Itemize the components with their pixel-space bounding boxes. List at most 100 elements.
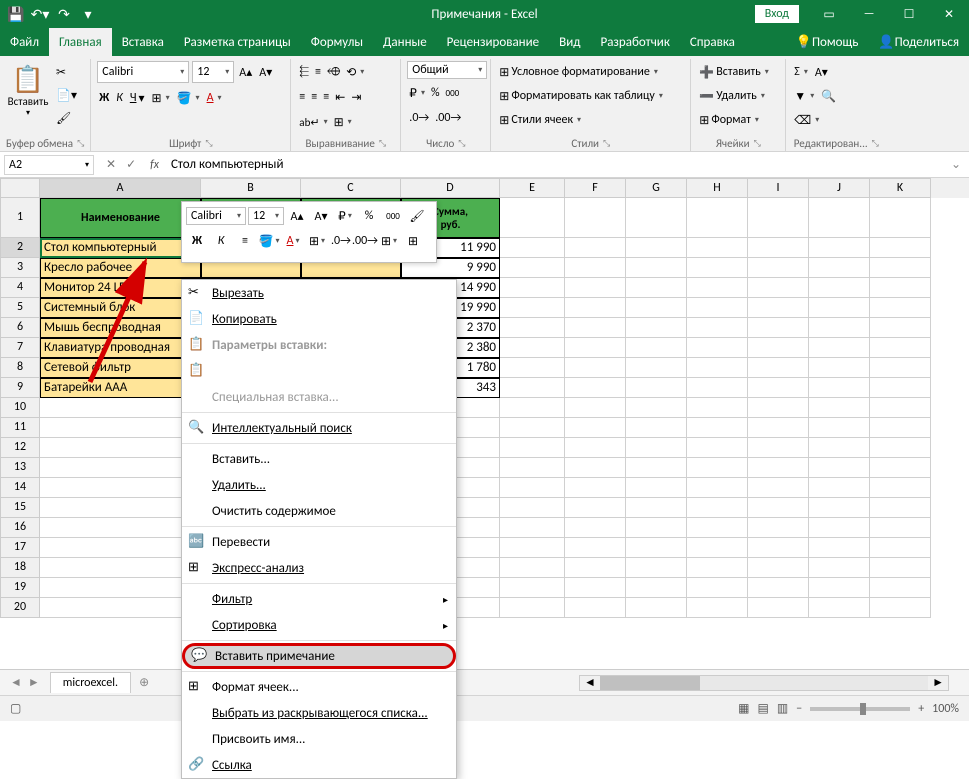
- cell[interactable]: [40, 578, 201, 598]
- fill-icon[interactable]: ▼: [792, 85, 816, 107]
- sheet-tab[interactable]: microexcel.: [50, 672, 131, 693]
- redo-icon[interactable]: ↷: [54, 4, 74, 24]
- cell[interactable]: [687, 418, 748, 438]
- wrap-text-icon[interactable]: ab↵: [297, 111, 329, 133]
- sheet-next-icon[interactable]: ►: [28, 675, 40, 690]
- cell[interactable]: [626, 598, 687, 618]
- cell[interactable]: [687, 458, 748, 478]
- cell[interactable]: [809, 578, 870, 598]
- cell[interactable]: [748, 258, 809, 278]
- cell[interactable]: [809, 558, 870, 578]
- cell[interactable]: [870, 538, 931, 558]
- currency-icon[interactable]: ₽: [407, 82, 427, 104]
- col-header-f[interactable]: F: [565, 178, 626, 198]
- row-header[interactable]: 2: [0, 238, 40, 258]
- cell[interactable]: [687, 238, 748, 258]
- underline-button[interactable]: Ч▾: [128, 87, 147, 109]
- cm-quick-analysis[interactable]: ⊞Экспресс-анализ: [182, 555, 456, 581]
- increase-font-icon[interactable]: A▴: [237, 61, 254, 83]
- cell[interactable]: [748, 238, 809, 258]
- cell[interactable]: [687, 498, 748, 518]
- mt-font-name[interactable]: Calibri: [186, 207, 246, 225]
- cell[interactable]: [40, 538, 201, 558]
- cancel-formula-icon[interactable]: ✕: [106, 157, 116, 172]
- cell[interactable]: [687, 478, 748, 498]
- cell[interactable]: [748, 418, 809, 438]
- cell[interactable]: [748, 598, 809, 618]
- cell[interactable]: Кресло рабочее: [40, 258, 201, 278]
- cm-insert-comment[interactable]: 💬Вставить примечание: [182, 643, 456, 669]
- cell[interactable]: [500, 258, 565, 278]
- merge-cells-icon[interactable]: ⊞: [332, 111, 354, 133]
- mt-borders-icon[interactable]: ⊞: [306, 230, 328, 252]
- find-icon[interactable]: 🔍: [819, 85, 838, 107]
- align-bottom-icon[interactable]: ⬲: [325, 61, 342, 83]
- row-header[interactable]: 11: [0, 418, 40, 438]
- mt-cond-fmt-icon[interactable]: ⊞: [402, 230, 424, 252]
- mt-font-color-icon[interactable]: A: [282, 230, 304, 252]
- cell[interactable]: [40, 418, 201, 438]
- cell[interactable]: [748, 538, 809, 558]
- undo-icon[interactable]: ↶▾: [30, 4, 50, 24]
- row-header[interactable]: 5: [0, 298, 40, 318]
- cell[interactable]: [809, 318, 870, 338]
- cm-clear[interactable]: Очистить содержимое: [182, 498, 456, 524]
- format-painter-icon[interactable]: 🖌: [54, 107, 79, 129]
- cell[interactable]: [500, 338, 565, 358]
- close-button[interactable]: ✕: [929, 0, 969, 28]
- cell[interactable]: [500, 238, 565, 258]
- conditional-formatting-button[interactable]: ⊞ Условное форматирование: [497, 61, 660, 83]
- cell[interactable]: [626, 298, 687, 318]
- cell[interactable]: [500, 358, 565, 378]
- sort-icon[interactable]: A▾: [813, 61, 830, 83]
- select-all-button[interactable]: [0, 178, 40, 198]
- cell[interactable]: [626, 558, 687, 578]
- cell[interactable]: [748, 358, 809, 378]
- cell[interactable]: [870, 258, 931, 278]
- cell[interactable]: [748, 438, 809, 458]
- cell[interactable]: [748, 518, 809, 538]
- cell[interactable]: [626, 418, 687, 438]
- align-right-icon[interactable]: ≡: [321, 86, 331, 108]
- cell[interactable]: [809, 538, 870, 558]
- col-header-k[interactable]: K: [870, 178, 931, 198]
- col-header-d[interactable]: D: [401, 178, 500, 198]
- cell[interactable]: [809, 358, 870, 378]
- cell[interactable]: [687, 378, 748, 398]
- view-pagelayout-icon[interactable]: ▤: [758, 701, 769, 716]
- cell[interactable]: [870, 398, 931, 418]
- cell[interactable]: [565, 358, 626, 378]
- cell[interactable]: [565, 438, 626, 458]
- cm-format-cells[interactable]: ⊞Формат ячеек...: [182, 674, 456, 700]
- cell[interactable]: [687, 338, 748, 358]
- header-cell[interactable]: Наименование: [40, 198, 201, 238]
- font-color-button[interactable]: A: [205, 87, 224, 109]
- align-top-icon[interactable]: ⬱: [297, 61, 311, 83]
- cell[interactable]: [809, 258, 870, 278]
- tab-file[interactable]: Файл: [0, 28, 49, 56]
- cm-pick-from-list[interactable]: Выбрать из раскрывающегося списка...: [182, 700, 456, 726]
- mt-italic-button[interactable]: К: [210, 230, 232, 252]
- cell[interactable]: [870, 418, 931, 438]
- cell[interactable]: [626, 578, 687, 598]
- col-header-b[interactable]: B: [201, 178, 301, 198]
- row-header[interactable]: 7: [0, 338, 40, 358]
- cell[interactable]: [870, 558, 931, 578]
- cell[interactable]: [500, 198, 565, 238]
- cell[interactable]: [748, 498, 809, 518]
- cell[interactable]: [809, 338, 870, 358]
- cell[interactable]: [687, 358, 748, 378]
- cell[interactable]: [687, 538, 748, 558]
- cell[interactable]: [748, 458, 809, 478]
- cell[interactable]: [40, 478, 201, 498]
- zoom-in-icon[interactable]: +: [918, 702, 924, 716]
- col-header-a[interactable]: A: [40, 178, 201, 198]
- cell[interactable]: Монитор 24 LED: [40, 278, 201, 298]
- cell[interactable]: Батарейки ААА: [40, 378, 201, 398]
- tab-developer[interactable]: Разработчик: [590, 28, 679, 56]
- cell[interactable]: [565, 398, 626, 418]
- tab-view[interactable]: Вид: [549, 28, 590, 56]
- cell[interactable]: [809, 458, 870, 478]
- cell[interactable]: [626, 378, 687, 398]
- mt-font-size[interactable]: 12: [248, 207, 284, 225]
